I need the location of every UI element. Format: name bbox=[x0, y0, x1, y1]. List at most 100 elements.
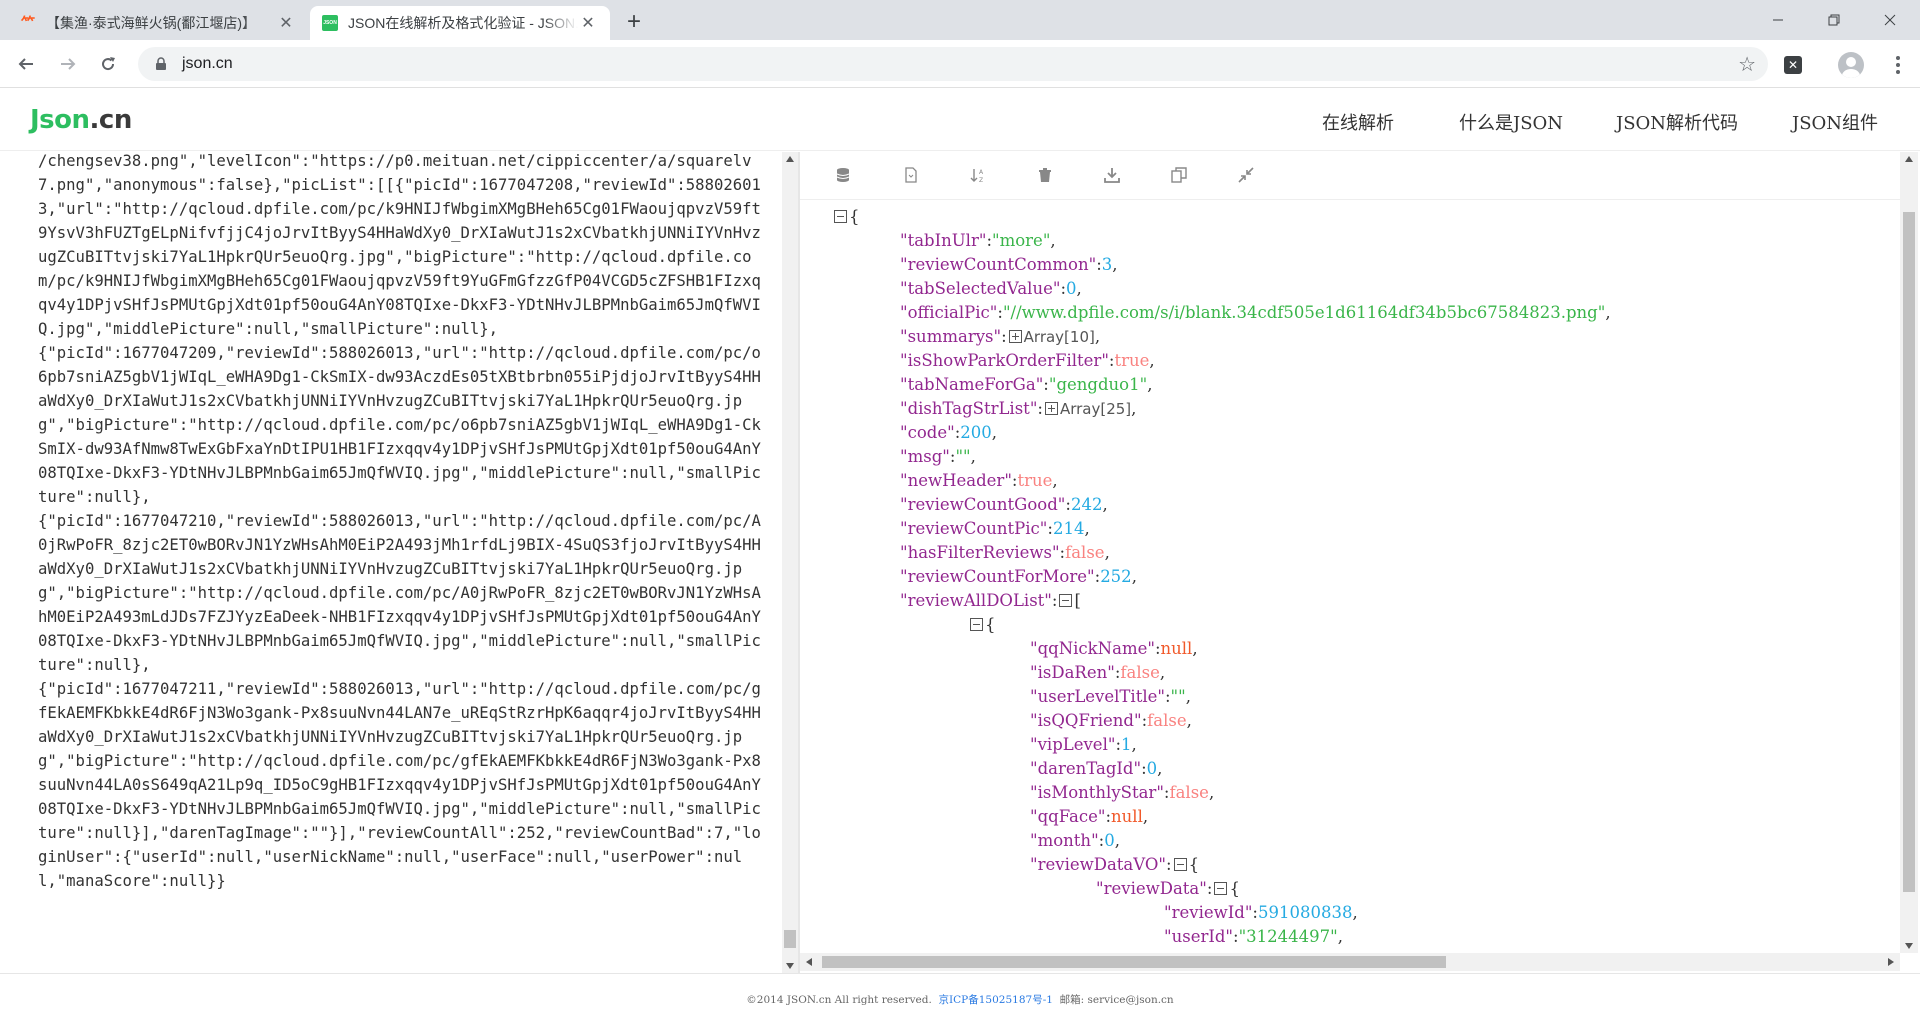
json-key[interactable]: reviewData bbox=[1104, 879, 1200, 898]
browser-tab-json[interactable]: JSON JSON在线解析及格式化验证 - JSON.cn ✕ bbox=[310, 6, 610, 40]
json-key[interactable]: tabInUlr bbox=[908, 231, 979, 250]
json-null-value[interactable]: null bbox=[1111, 807, 1143, 826]
json-boolean-value[interactable]: false bbox=[1120, 663, 1159, 682]
collapse-icon[interactable] bbox=[1173, 858, 1187, 871]
json-boolean-value[interactable]: false bbox=[1169, 783, 1208, 802]
forward-button[interactable] bbox=[52, 48, 84, 80]
viewer-vertical-scrollbar[interactable] bbox=[1900, 152, 1918, 953]
browser-menu-button[interactable] bbox=[1888, 52, 1908, 78]
bookmark-star-icon[interactable]: ☆ bbox=[1738, 52, 1756, 77]
viewer-horizontal-scrollbar[interactable] bbox=[800, 953, 1900, 971]
json-number-value[interactable]: 3 bbox=[1102, 255, 1113, 274]
json-key[interactable]: msg bbox=[908, 447, 943, 466]
editor-scrollbar[interactable] bbox=[782, 152, 798, 973]
raw-json-text[interactable]: /chengsev38.png","levelIcon":"https://p0… bbox=[38, 152, 762, 893]
close-icon[interactable]: ✕ bbox=[276, 13, 296, 33]
json-key[interactable]: reviewAllDOList bbox=[908, 591, 1045, 610]
nav-json-components[interactable]: JSON组件 bbox=[1792, 109, 1878, 135]
json-number-value[interactable]: 214 bbox=[1053, 519, 1085, 538]
back-button[interactable] bbox=[10, 48, 42, 80]
close-window-button[interactable] bbox=[1862, 0, 1918, 40]
close-icon[interactable]: ✕ bbox=[578, 13, 598, 33]
nav-json-code[interactable]: JSON解析代码 bbox=[1616, 109, 1738, 135]
scroll-thumb[interactable] bbox=[784, 930, 796, 948]
json-string-value[interactable]: more bbox=[1000, 231, 1043, 250]
restore-button[interactable] bbox=[1806, 0, 1862, 40]
scroll-up-icon[interactable] bbox=[786, 156, 794, 162]
json-key[interactable]: month bbox=[1038, 831, 1091, 850]
json-array-summary[interactable]: Array[25] bbox=[1060, 400, 1131, 418]
site-logo[interactable]: Json.cn bbox=[30, 105, 132, 135]
sort-icon[interactable]: AZ bbox=[967, 164, 989, 186]
json-key[interactable]: isDaRen bbox=[1038, 663, 1108, 682]
json-key[interactable]: code bbox=[908, 423, 948, 442]
json-string-value[interactable]: 31244497 bbox=[1246, 927, 1330, 946]
json-null-value[interactable]: null bbox=[1161, 639, 1193, 658]
json-key[interactable]: hasFilterReviews bbox=[908, 543, 1052, 562]
json-number-value[interactable]: 1 bbox=[1121, 735, 1132, 754]
json-number-value[interactable]: 0 bbox=[1104, 831, 1115, 850]
json-number-value[interactable]: 252 bbox=[1100, 567, 1132, 586]
json-key[interactable]: isShowParkOrderFilter bbox=[908, 351, 1102, 370]
json-key[interactable]: dishTagStrList bbox=[908, 399, 1030, 418]
scroll-down-icon[interactable] bbox=[786, 963, 794, 969]
profile-avatar[interactable] bbox=[1838, 52, 1864, 78]
scroll-thumb[interactable] bbox=[1903, 212, 1915, 892]
json-boolean-value[interactable]: true bbox=[1114, 351, 1149, 370]
json-key[interactable]: reviewId bbox=[1172, 903, 1245, 922]
json-boolean-value[interactable]: true bbox=[1017, 471, 1052, 490]
json-key[interactable]: isQQFriend bbox=[1038, 711, 1134, 730]
collapse-icon[interactable] bbox=[1059, 594, 1073, 607]
json-key[interactable]: newHeader bbox=[908, 471, 1005, 490]
json-key[interactable]: darenTagId bbox=[1038, 759, 1134, 778]
json-key[interactable]: tabSelectedValue bbox=[908, 279, 1053, 298]
json-key[interactable]: qqNickName bbox=[1038, 639, 1148, 658]
json-number-value[interactable]: 0 bbox=[1066, 279, 1077, 298]
expand-icon[interactable] bbox=[1008, 330, 1022, 343]
footer-icp-link[interactable]: 京ICP备15025187号-1 bbox=[939, 994, 1053, 1006]
nav-online-parse[interactable]: 在线解析 bbox=[1322, 109, 1394, 135]
nav-what-is-json[interactable]: 什么是JSON bbox=[1459, 109, 1563, 135]
new-tab-button[interactable]: + bbox=[620, 8, 648, 36]
json-key[interactable]: reviewCountPic bbox=[908, 519, 1040, 538]
collapse-icon[interactable] bbox=[1214, 882, 1228, 895]
json-key[interactable]: vipLevel bbox=[1038, 735, 1108, 754]
json-key[interactable]: reviewCountForMore bbox=[908, 567, 1087, 586]
scroll-right-icon[interactable] bbox=[1888, 958, 1894, 966]
browser-tab-restaurant[interactable]: ⺮ 【集渔·泰式海鲜火锅(鄱江堰店)】 ✕ bbox=[8, 6, 308, 40]
address-bar[interactable]: json.cn ☆ bbox=[138, 47, 1768, 81]
json-key[interactable]: qqFace bbox=[1038, 807, 1098, 826]
json-number-value[interactable]: 200 bbox=[960, 423, 992, 442]
scroll-thumb[interactable] bbox=[822, 956, 1446, 968]
json-key[interactable]: reviewCountGood bbox=[908, 495, 1058, 514]
collapse-icon[interactable] bbox=[970, 618, 983, 631]
json-key[interactable]: reviewCountCommon bbox=[908, 255, 1089, 274]
collapse-icon[interactable] bbox=[834, 210, 847, 223]
json-boolean-value[interactable]: false bbox=[1065, 543, 1104, 562]
json-number-value[interactable]: 242 bbox=[1071, 495, 1103, 514]
expand-icon[interactable] bbox=[1044, 402, 1058, 415]
json-string-value[interactable]: //www.dpfile.com/s/i/blank.34cdf505e1d61… bbox=[1011, 303, 1598, 322]
minimize-button[interactable] bbox=[1750, 0, 1806, 40]
reload-button[interactable] bbox=[92, 48, 124, 80]
json-key[interactable]: userLevelTitle bbox=[1038, 687, 1158, 706]
json-key[interactable]: summarys bbox=[908, 327, 994, 346]
database-icon[interactable] bbox=[832, 164, 854, 186]
json-array-summary[interactable]: Array[10] bbox=[1024, 328, 1095, 346]
json-number-value[interactable]: 591080838 bbox=[1258, 903, 1352, 922]
json-boolean-value[interactable]: false bbox=[1147, 711, 1186, 730]
extension-icon[interactable]: ✕ bbox=[1784, 56, 1802, 74]
json-key[interactable]: tabNameForGa bbox=[908, 375, 1036, 394]
json-string-value[interactable]: gengduo1 bbox=[1056, 375, 1139, 394]
json-key[interactable]: isMonthlyStar bbox=[1038, 783, 1157, 802]
json-key[interactable]: reviewDataVO bbox=[1038, 855, 1159, 874]
json-key[interactable]: userId bbox=[1172, 927, 1226, 946]
trash-icon[interactable] bbox=[1034, 164, 1056, 186]
compress-icon[interactable] bbox=[1235, 164, 1257, 186]
raw-json-editor[interactable]: /chengsev38.png","levelIcon":"https://p0… bbox=[0, 152, 782, 973]
download-icon[interactable] bbox=[1101, 164, 1123, 186]
scroll-down-icon[interactable] bbox=[1905, 943, 1913, 949]
json-key[interactable]: officialPic bbox=[908, 303, 990, 322]
file-icon[interactable] bbox=[900, 164, 922, 186]
copy-icon[interactable] bbox=[1168, 164, 1190, 186]
